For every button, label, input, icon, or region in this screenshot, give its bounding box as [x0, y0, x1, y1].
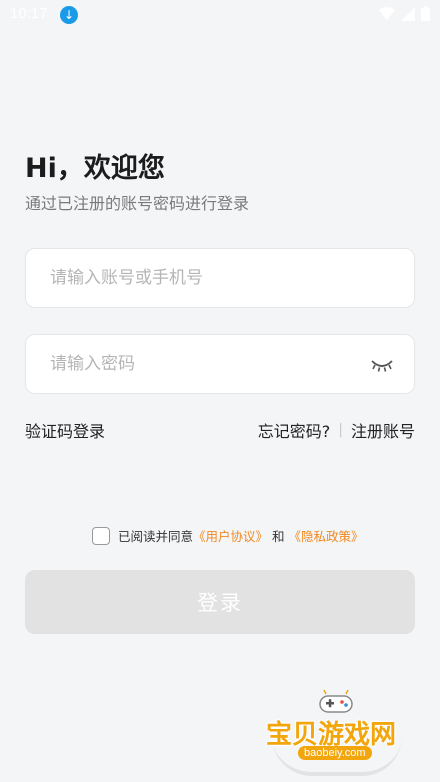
page-title: Hi，欢迎您 [25, 153, 165, 184]
login-button[interactable]: 登录 [25, 570, 415, 634]
account-links: 忘记密码? | 注册账号 [258, 418, 415, 442]
agreement-and: 和 [272, 529, 285, 544]
agreement-row: 已阅读并同意 《用户协议》 和 《隐私政策》 [92, 526, 364, 545]
sms-login-link[interactable]: 验证码登录 [25, 418, 105, 442]
account-field-container [25, 248, 415, 308]
agreement-checkbox[interactable] [92, 526, 110, 545]
status-time: 10:17 [10, 5, 48, 22]
user-agreement-link[interactable]: 《用户协议》 [193, 526, 268, 545]
eye-closed-icon[interactable] [370, 357, 394, 373]
page-subtitle: 通过已注册的账号密码进行登录 [25, 194, 250, 213]
battery-icon [421, 6, 430, 21]
download-icon: ↓ [60, 6, 78, 24]
wifi-icon [379, 6, 395, 20]
watermark-url: baobeiy.com [298, 746, 372, 760]
gamepad-icon [319, 690, 353, 713]
agreement-prefix: 已阅读并同意 [118, 529, 194, 544]
privacy-policy-link[interactable]: 《隐私政策》 [289, 526, 364, 545]
forgot-password-link[interactable]: 忘记密码? [258, 418, 331, 442]
password-field-container [25, 334, 415, 394]
account-input[interactable] [50, 249, 370, 307]
watermark-logo: 宝贝游戏网 baobeiy.com [262, 688, 412, 780]
status-bar: 10:17 ↓ [0, 0, 440, 30]
register-link[interactable]: 注册账号 [351, 418, 415, 442]
signal-icon [401, 6, 415, 21]
status-icons [379, 6, 430, 21]
link-separator: | [338, 422, 343, 438]
password-input[interactable] [50, 335, 370, 393]
